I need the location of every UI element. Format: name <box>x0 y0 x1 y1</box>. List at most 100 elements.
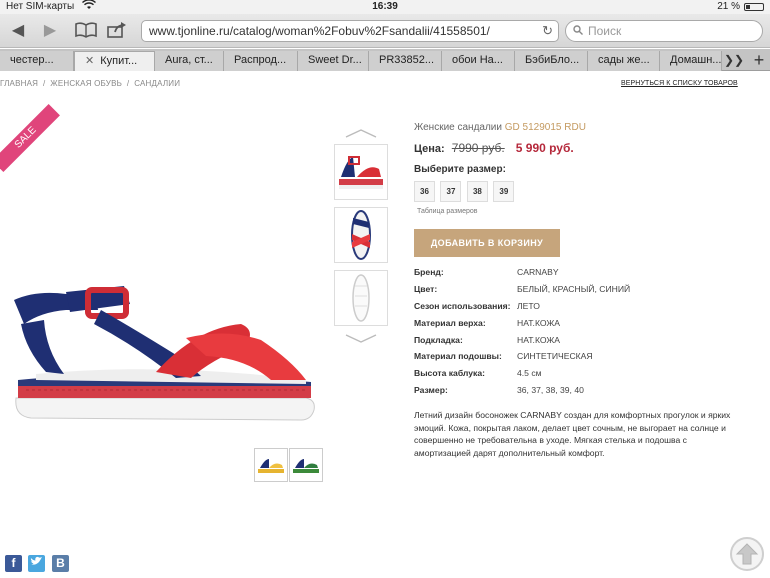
product-title: Женские сандалии GD 5129015 RDU <box>414 122 754 133</box>
spec-value: 4.5 см <box>517 368 542 379</box>
status-bar: Нет SIM-карты 16:39 21 % <box>0 0 770 14</box>
thumbnail-image <box>351 210 371 260</box>
spec-key: Цвет: <box>414 283 438 294</box>
spec-value: НАТ.КОЖА <box>517 317 561 328</box>
size-option[interactable]: 39 <box>493 181 515 202</box>
price-label: Цена: <box>414 143 445 155</box>
tab-item[interactable]: БэбиБло... <box>515 51 588 71</box>
thumbnails-up-arrow-icon[interactable] <box>344 128 378 138</box>
tab-item[interactable]: Домашн... <box>660 51 722 71</box>
sale-badge: SALE <box>0 104 60 172</box>
thumbnail-side-view[interactable] <box>334 144 388 200</box>
spec-key: Материал верха: <box>414 317 486 328</box>
tab-item[interactable]: честер... <box>0 51 74 71</box>
color-variant-image <box>293 459 319 473</box>
spec-value: СИНТЕТИЧЕСКАЯ <box>517 351 593 362</box>
search-icon <box>573 21 583 41</box>
more-tabs-icon[interactable]: ❯❯ <box>722 51 746 71</box>
new-price: 5 990 руб. <box>515 141 574 155</box>
spec-key: Высота каблука: <box>414 368 485 379</box>
tab-item[interactable]: Распрод... <box>224 51 298 71</box>
bookmarks-icon[interactable] <box>74 22 98 40</box>
spec-value: БЕЛЫЙ, КРАСНЫЙ, СИНИЙ <box>517 283 631 294</box>
product-name: Женские сандалии <box>414 122 502 133</box>
thumbnail-image <box>352 274 370 322</box>
vkontakte-icon[interactable]: B <box>52 555 69 572</box>
battery-percent: 21 % <box>717 1 740 12</box>
forward-icon[interactable]: ▶ <box>42 22 58 40</box>
spec-row: Высота каблука: 4.5 см <box>414 368 754 385</box>
color-variant-yellow[interactable] <box>254 448 288 482</box>
product-code: GD 5129015 RDU <box>504 122 586 133</box>
address-bar[interactable]: www.tjonline.ru/catalog/woman%2Fobuv%2Fs… <box>141 20 559 42</box>
spec-key: Подкладка: <box>414 334 463 345</box>
back-icon[interactable]: ◀ <box>10 22 26 40</box>
thumbnail-top-view[interactable] <box>334 207 388 263</box>
tab-label: сады же... <box>598 54 650 66</box>
search-input[interactable]: Поиск <box>565 20 763 42</box>
tab-label: обои На... <box>452 54 503 66</box>
color-variant-image <box>258 459 284 473</box>
size-option[interactable]: 37 <box>440 181 462 202</box>
tab-item[interactable]: сады же... <box>588 51 660 71</box>
spec-row: Подкладка: НАТ.КОЖА <box>414 335 754 352</box>
breadcrumb-sandals[interactable]: САНДАЛИИ <box>134 79 180 88</box>
close-tab-icon[interactable]: ✕ <box>85 55 94 67</box>
spec-row: Размер: 36, 37, 38, 39, 40 <box>414 385 754 402</box>
battery-icon <box>744 3 764 11</box>
tab-label: Домашн... <box>670 54 722 66</box>
breadcrumb-women-shoes[interactable]: ЖЕНСКАЯ ОБУВЬ <box>50 79 122 88</box>
spec-value: 36, 37, 38, 39, 40 <box>517 385 584 396</box>
size-table-link[interactable]: Таблица размеров <box>414 208 754 215</box>
tab-item[interactable]: Aura, ст... <box>155 51 224 71</box>
thumbnail-sole-view[interactable] <box>334 270 388 326</box>
tab-label: Купит... <box>100 55 138 67</box>
new-tab-icon[interactable]: + <box>748 49 770 71</box>
spec-value: CARNABY <box>517 267 559 277</box>
clock: 16:39 <box>372 1 398 12</box>
share-icon[interactable] <box>106 22 128 40</box>
arrow-up-icon <box>735 543 759 565</box>
url-text: www.tjonline.ru/catalog/woman%2Fobuv%2Fs… <box>149 24 490 38</box>
breadcrumb-home[interactable]: ГЛАВНАЯ <box>0 79 38 88</box>
product-description: Летний дизайн босоножек CARNABY создан д… <box>414 410 731 458</box>
tab-label: Aura, ст... <box>165 54 213 66</box>
page: Нет SIM-карты 16:39 21 % ◀ ▶ www.tjonlin… <box>0 0 770 578</box>
add-to-cart-button[interactable]: ДОБАВИТЬ В КОРЗИНУ <box>414 229 560 257</box>
spec-row: Цвет: БЕЛЫЙ, КРАСНЫЙ, СИНИЙ <box>414 284 754 301</box>
reload-icon[interactable]: ↻ <box>542 21 553 41</box>
breadcrumb: ГЛАВНАЯ / ЖЕНСКАЯ ОБУВЬ / САНДАЛИИ <box>0 79 181 88</box>
twitter-icon[interactable] <box>28 555 45 572</box>
old-price: 7990 руб. <box>451 141 505 155</box>
search-placeholder: Поиск <box>588 24 622 38</box>
spec-row: Бренд: CARNABY <box>414 267 754 284</box>
return-to-list-link[interactable]: ВЕРНУТЬСЯ К СПИСКУ ТОВАРОВ <box>621 80 738 87</box>
product-image <box>14 286 315 421</box>
color-variant-green[interactable] <box>289 448 323 482</box>
facebook-icon[interactable]: f <box>5 555 22 572</box>
spec-key: Размер: <box>414 385 448 396</box>
tab-label: Sweet Dr... <box>308 54 362 66</box>
spec-row: Материал подошвы: СИНТЕТИЧЕСКАЯ <box>414 351 754 368</box>
thumbnails-down-arrow-icon[interactable] <box>344 334 378 344</box>
tab-label: Распрод... <box>234 54 287 66</box>
tab-item-active[interactable]: ✕ Купит... <box>74 51 155 71</box>
tab-item[interactable]: обои На... <box>442 51 515 71</box>
thumbnail-image <box>339 156 383 189</box>
tab-item[interactable]: PR33852... <box>369 51 442 71</box>
size-option[interactable]: 36 <box>414 181 435 202</box>
tab-label: PR33852... <box>379 54 435 66</box>
product-info: Женские сандалии GD 5129015 RDU Цена: 79… <box>414 122 754 459</box>
size-select-label: Выберите размер: <box>414 164 506 175</box>
size-option[interactable]: 38 <box>466 181 488 202</box>
scroll-to-top-button[interactable] <box>730 537 764 571</box>
price-row: Цена: 7990 руб. 5 990 руб. <box>414 141 754 155</box>
spec-value: ЛЕТО <box>517 300 540 311</box>
tab-item[interactable]: Sweet Dr... <box>298 51 369 71</box>
spec-row: Материал верха: НАТ.КОЖА <box>414 318 754 335</box>
product-specs: Бренд: CARNABY Цвет: БЕЛЫЙ, КРАСНЫЙ, СИНИЙ… <box>414 267 754 402</box>
spec-key: Бренд: <box>414 267 444 277</box>
spec-row: Сезон использования: ЛЕТО <box>414 301 754 318</box>
tab-label: честер... <box>10 54 54 66</box>
spec-key: Материал подошвы: <box>414 351 502 362</box>
